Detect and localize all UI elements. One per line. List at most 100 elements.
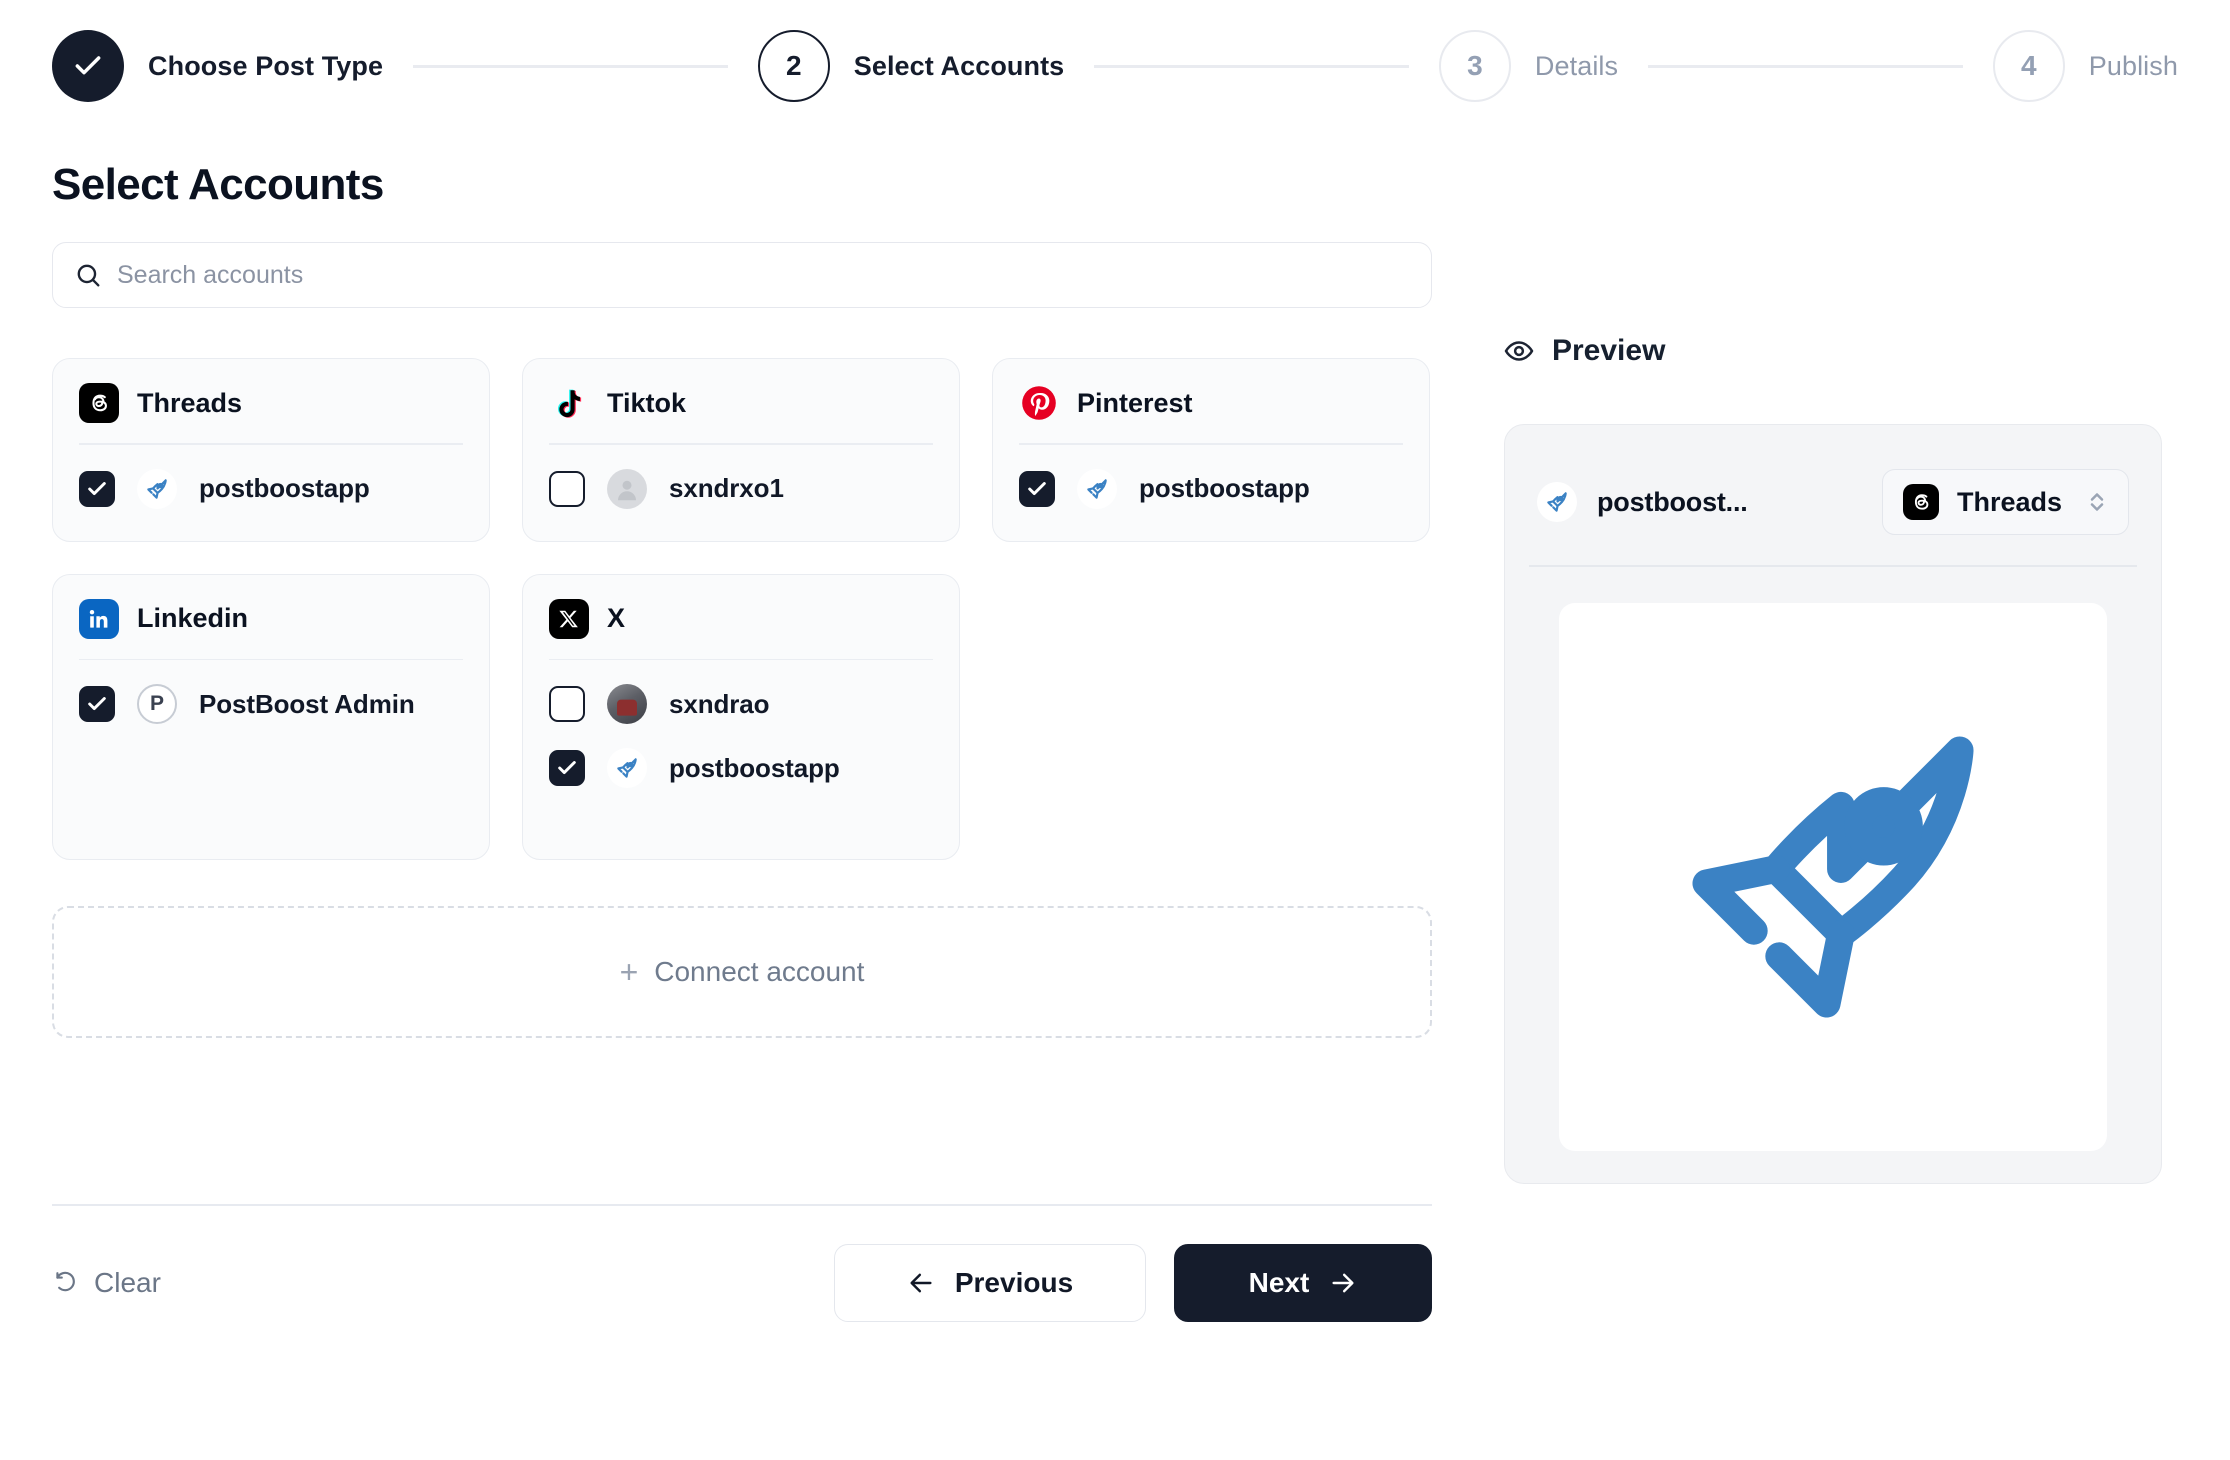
account-checkbox-unchecked[interactable] <box>549 471 585 507</box>
page-content: Select Accounts Threads <box>0 132 2230 1322</box>
account-row-linkedin-postboost-admin[interactable]: P PostBoost Admin <box>79 666 463 730</box>
step-1-choose-post-type[interactable]: Choose Post Type <box>52 30 383 102</box>
preview-platform-select[interactable]: Threads <box>1882 469 2129 535</box>
plus-icon: + <box>620 956 639 988</box>
platform-header-linkedin: Linkedin <box>79 599 463 659</box>
account-name: postboostapp <box>1139 473 1310 504</box>
step-2-label: Select Accounts <box>854 51 1065 82</box>
preview-card: postboost... Threads <box>1504 424 2162 1184</box>
platform-cards-grid: Threads <box>52 358 1432 860</box>
card-divider <box>79 443 463 445</box>
account-row-x-postboostapp[interactable]: postboostapp <box>549 730 933 794</box>
preview-account-name: postboost... <box>1597 487 1748 518</box>
eye-icon <box>1504 336 1534 366</box>
account-checkbox-checked[interactable] <box>549 750 585 786</box>
platform-card-x: X sxndrao <box>522 574 960 860</box>
arrow-left-icon <box>907 1269 935 1297</box>
avatar-photo <box>607 684 647 724</box>
step-connector-1 <box>413 65 728 68</box>
avatar-rocket <box>1537 482 1577 522</box>
avatar-rocket <box>1077 469 1117 509</box>
check-icon <box>72 50 104 82</box>
threads-icon <box>79 383 119 423</box>
check-icon <box>1026 478 1048 500</box>
platform-header-tiktok: Tiktok <box>549 383 933 443</box>
step-4-indicator: 4 <box>1993 30 2065 102</box>
preview-title: Preview <box>1552 334 1665 368</box>
card-divider <box>79 659 463 661</box>
card-divider <box>1019 443 1403 445</box>
account-row-pinterest-postboostapp[interactable]: postboostapp <box>1019 451 1403 515</box>
wizard-stepper: Choose Post Type 2 Select Accounts 3 Det… <box>0 0 2230 132</box>
threads-icon <box>1903 484 1939 520</box>
x-icon <box>549 599 589 639</box>
avatar-placeholder-person <box>607 469 647 509</box>
check-icon <box>556 757 578 779</box>
avatar-rocket <box>607 748 647 788</box>
chevron-up-down-icon <box>2086 487 2108 517</box>
preview-image <box>1559 603 2107 1151</box>
card-divider <box>549 659 933 661</box>
account-checkbox-checked[interactable] <box>79 471 115 507</box>
account-name: postboostapp <box>199 473 370 504</box>
connect-account-label: Connect account <box>654 956 864 988</box>
step-3-indicator: 3 <box>1439 30 1511 102</box>
accounts-panel: Select Accounts Threads <box>52 132 1432 1322</box>
account-checkbox-checked[interactable] <box>79 686 115 722</box>
platform-name-pinterest: Pinterest <box>1077 388 1193 419</box>
step-connector-3 <box>1648 65 1963 68</box>
platform-card-linkedin: Linkedin P PostBoost Admin <box>52 574 490 860</box>
platform-name-linkedin: Linkedin <box>137 603 248 634</box>
avatar-rocket <box>137 469 177 509</box>
account-name: sxndrxo1 <box>669 473 784 504</box>
account-name: PostBoost Admin <box>199 689 415 720</box>
previous-label: Previous <box>955 1267 1073 1299</box>
platform-card-tiktok: Tiktok sxndrxo1 <box>522 358 960 542</box>
wizard-footer: Clear Previous Next <box>52 1244 1432 1322</box>
preview-panel: Preview postboost... <box>1432 132 2178 1322</box>
account-name: sxndrao <box>669 689 769 720</box>
tiktok-icon <box>549 383 589 423</box>
search-accounts-box[interactable] <box>52 242 1432 308</box>
previous-button[interactable]: Previous <box>834 1244 1146 1322</box>
account-row-threads-postboostapp[interactable]: postboostapp <box>79 451 463 515</box>
account-row-x-sxndrao[interactable]: sxndrao <box>549 666 933 730</box>
account-row-tiktok-sxndrxo1[interactable]: sxndrxo1 <box>549 451 933 515</box>
connect-account-button[interactable]: + Connect account <box>52 906 1432 1038</box>
rocket-icon <box>1643 687 2023 1067</box>
step-3-number: 3 <box>1467 50 1483 82</box>
step-2-number: 2 <box>786 50 802 82</box>
preview-divider <box>1529 565 2137 567</box>
step-1-indicator <box>52 30 124 102</box>
step-1-label: Choose Post Type <box>148 51 383 82</box>
step-3-label: Details <box>1535 51 1618 82</box>
search-icon <box>75 262 101 288</box>
platform-card-pinterest: Pinterest <box>992 358 1430 542</box>
step-4-publish[interactable]: 4 Publish <box>1993 30 2178 102</box>
platform-name-threads: Threads <box>137 388 242 419</box>
check-icon <box>86 693 108 715</box>
account-checkbox-unchecked[interactable] <box>549 686 585 722</box>
preview-account-bar: postboost... Threads <box>1533 451 2133 565</box>
account-checkbox-checked[interactable] <box>1019 471 1055 507</box>
platform-card-threads: Threads <box>52 358 490 542</box>
step-2-indicator: 2 <box>758 30 830 102</box>
step-4-number: 4 <box>2021 50 2037 82</box>
page-title: Select Accounts <box>52 160 1432 210</box>
arrow-right-icon <box>1329 1269 1357 1297</box>
check-icon <box>86 478 108 500</box>
step-2-select-accounts[interactable]: 2 Select Accounts <box>758 30 1065 102</box>
step-3-details[interactable]: 3 Details <box>1439 30 1618 102</box>
nav-buttons: Previous Next <box>834 1244 1432 1322</box>
search-input[interactable] <box>117 261 1409 290</box>
next-button[interactable]: Next <box>1174 1244 1432 1322</box>
step-connector-2 <box>1094 65 1409 68</box>
platform-name-tiktok: Tiktok <box>607 388 686 419</box>
card-divider <box>549 443 933 445</box>
platform-header-x: X <box>549 599 933 659</box>
platform-header-threads: Threads <box>79 383 463 443</box>
account-name: postboostapp <box>669 753 840 784</box>
next-label: Next <box>1249 1267 1310 1299</box>
clear-button[interactable]: Clear <box>52 1267 161 1299</box>
undo-icon <box>52 1270 78 1296</box>
